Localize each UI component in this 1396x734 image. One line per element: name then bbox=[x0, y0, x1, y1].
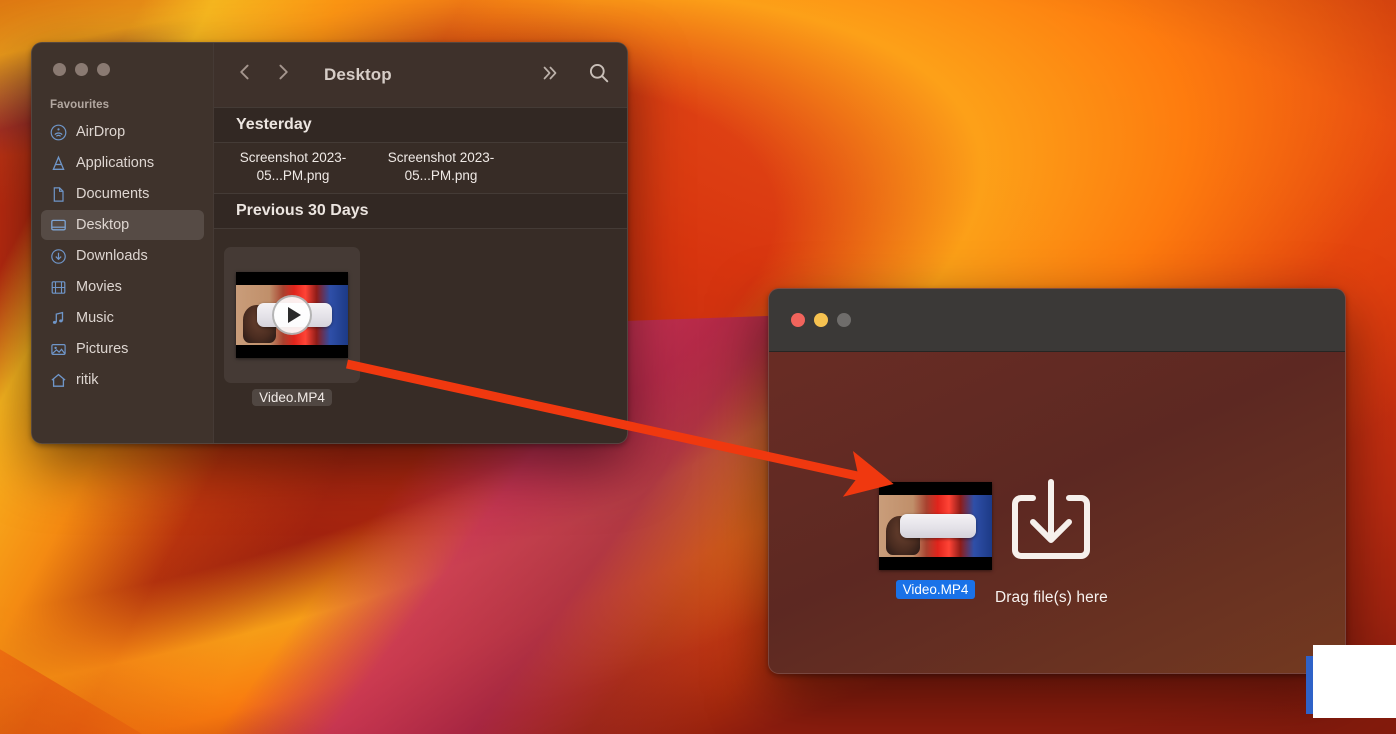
dropped-file-item[interactable]: Video.MP4 bbox=[879, 482, 992, 599]
applications-icon bbox=[50, 155, 67, 172]
desktop-icon bbox=[50, 217, 67, 234]
sidebar-item-airdrop[interactable]: AirDrop bbox=[41, 117, 204, 147]
double-chevron-right-icon bbox=[539, 62, 561, 89]
dropzone-label: Drag file(s) here bbox=[995, 589, 1108, 606]
pictures-icon bbox=[50, 341, 67, 358]
sidebar-item-label: AirDrop bbox=[76, 124, 126, 140]
minimize-button[interactable] bbox=[75, 63, 88, 76]
sidebar-item-desktop[interactable]: Desktop bbox=[41, 210, 204, 240]
airdrop-icon bbox=[50, 124, 67, 141]
download-box-icon bbox=[1003, 472, 1099, 573]
thumbnail-phone bbox=[900, 513, 977, 539]
desktop-background: Favourites AirDrop Applications Document… bbox=[0, 0, 1396, 734]
sidebar-item-documents[interactable]: Documents bbox=[41, 179, 204, 209]
minimize-button[interactable] bbox=[814, 313, 828, 327]
file-tile-box[interactable] bbox=[224, 247, 360, 383]
drop-window-body[interactable]: Video.MP4 Drag file(s) here bbox=[769, 352, 1345, 673]
list-item[interactable]: Screenshot 2023-05...PM.png bbox=[372, 149, 510, 185]
finder-content-pane: Desktop Yesterday Screenshot 2023-05...P… bbox=[213, 43, 627, 443]
sidebar-item-movies[interactable]: Movies bbox=[41, 272, 204, 302]
back-button[interactable] bbox=[232, 62, 258, 88]
file-grid-previous-30-days: Video.MP4 bbox=[214, 229, 627, 443]
sidebar-item-label: ritik bbox=[76, 372, 99, 388]
list-item[interactable]: Video.MP4 bbox=[224, 247, 360, 406]
sidebar-item-applications[interactable]: Applications bbox=[41, 148, 204, 178]
forward-button[interactable] bbox=[270, 62, 296, 88]
group-header-yesterday: Yesterday bbox=[214, 107, 627, 143]
list-item[interactable]: Screenshot 2023-05...PM.png bbox=[224, 149, 362, 185]
sidebar-item-label: Documents bbox=[76, 186, 150, 202]
chevron-left-icon bbox=[235, 62, 255, 88]
file-name-label: Video.MP4 bbox=[252, 389, 332, 406]
drop-target-window[interactable]: Video.MP4 Drag file(s) here bbox=[768, 288, 1346, 674]
sidebar-item-home[interactable]: ritik bbox=[41, 365, 204, 395]
sidebar-item-label: Music bbox=[76, 310, 114, 326]
group-header-previous-30-days: Previous 30 Days bbox=[214, 193, 627, 229]
downloads-icon bbox=[50, 248, 67, 265]
drop-window-titlebar bbox=[769, 289, 1345, 352]
documents-icon bbox=[50, 186, 67, 203]
finder-window[interactable]: Favourites AirDrop Applications Document… bbox=[31, 42, 628, 444]
search-button[interactable] bbox=[587, 61, 611, 90]
finder-traffic-lights bbox=[32, 54, 213, 90]
zoom-button bbox=[837, 313, 851, 327]
finder-toolbar: Desktop bbox=[214, 43, 627, 107]
chevron-right-icon bbox=[273, 62, 293, 88]
finder-sidebar: Favourites AirDrop Applications Document… bbox=[32, 43, 213, 443]
toolbar-overflow-button[interactable] bbox=[539, 62, 561, 89]
corner-white-overlay bbox=[1313, 645, 1396, 718]
zoom-button[interactable] bbox=[97, 63, 110, 76]
finder-path-title: Desktop bbox=[324, 65, 392, 84]
sidebar-section-favourites: Favourites bbox=[50, 99, 110, 111]
file-row-yesterday: Screenshot 2023-05...PM.png Screenshot 2… bbox=[214, 143, 627, 193]
dropzone[interactable]: Drag file(s) here bbox=[995, 472, 1108, 607]
file-name-label: Video.MP4 bbox=[895, 580, 976, 599]
close-button[interactable] bbox=[791, 313, 805, 327]
sidebar-item-label: Desktop bbox=[76, 217, 130, 233]
thumbnail-image bbox=[879, 495, 992, 557]
sidebar-item-label: Applications bbox=[76, 155, 155, 171]
video-thumbnail bbox=[236, 272, 348, 358]
sidebar-item-label: Pictures bbox=[76, 341, 129, 357]
movies-icon bbox=[50, 279, 67, 296]
home-icon bbox=[50, 372, 67, 389]
video-thumbnail bbox=[879, 482, 992, 570]
sidebar-item-pictures[interactable]: Pictures bbox=[41, 334, 204, 364]
close-button[interactable] bbox=[53, 63, 66, 76]
music-icon bbox=[50, 310, 67, 327]
play-icon bbox=[272, 295, 312, 335]
search-icon bbox=[587, 61, 611, 90]
sidebar-item-label: Movies bbox=[76, 279, 122, 295]
sidebar-item-label: Downloads bbox=[76, 248, 148, 264]
sidebar-item-music[interactable]: Music bbox=[41, 303, 204, 333]
sidebar-item-downloads[interactable]: Downloads bbox=[41, 241, 204, 271]
